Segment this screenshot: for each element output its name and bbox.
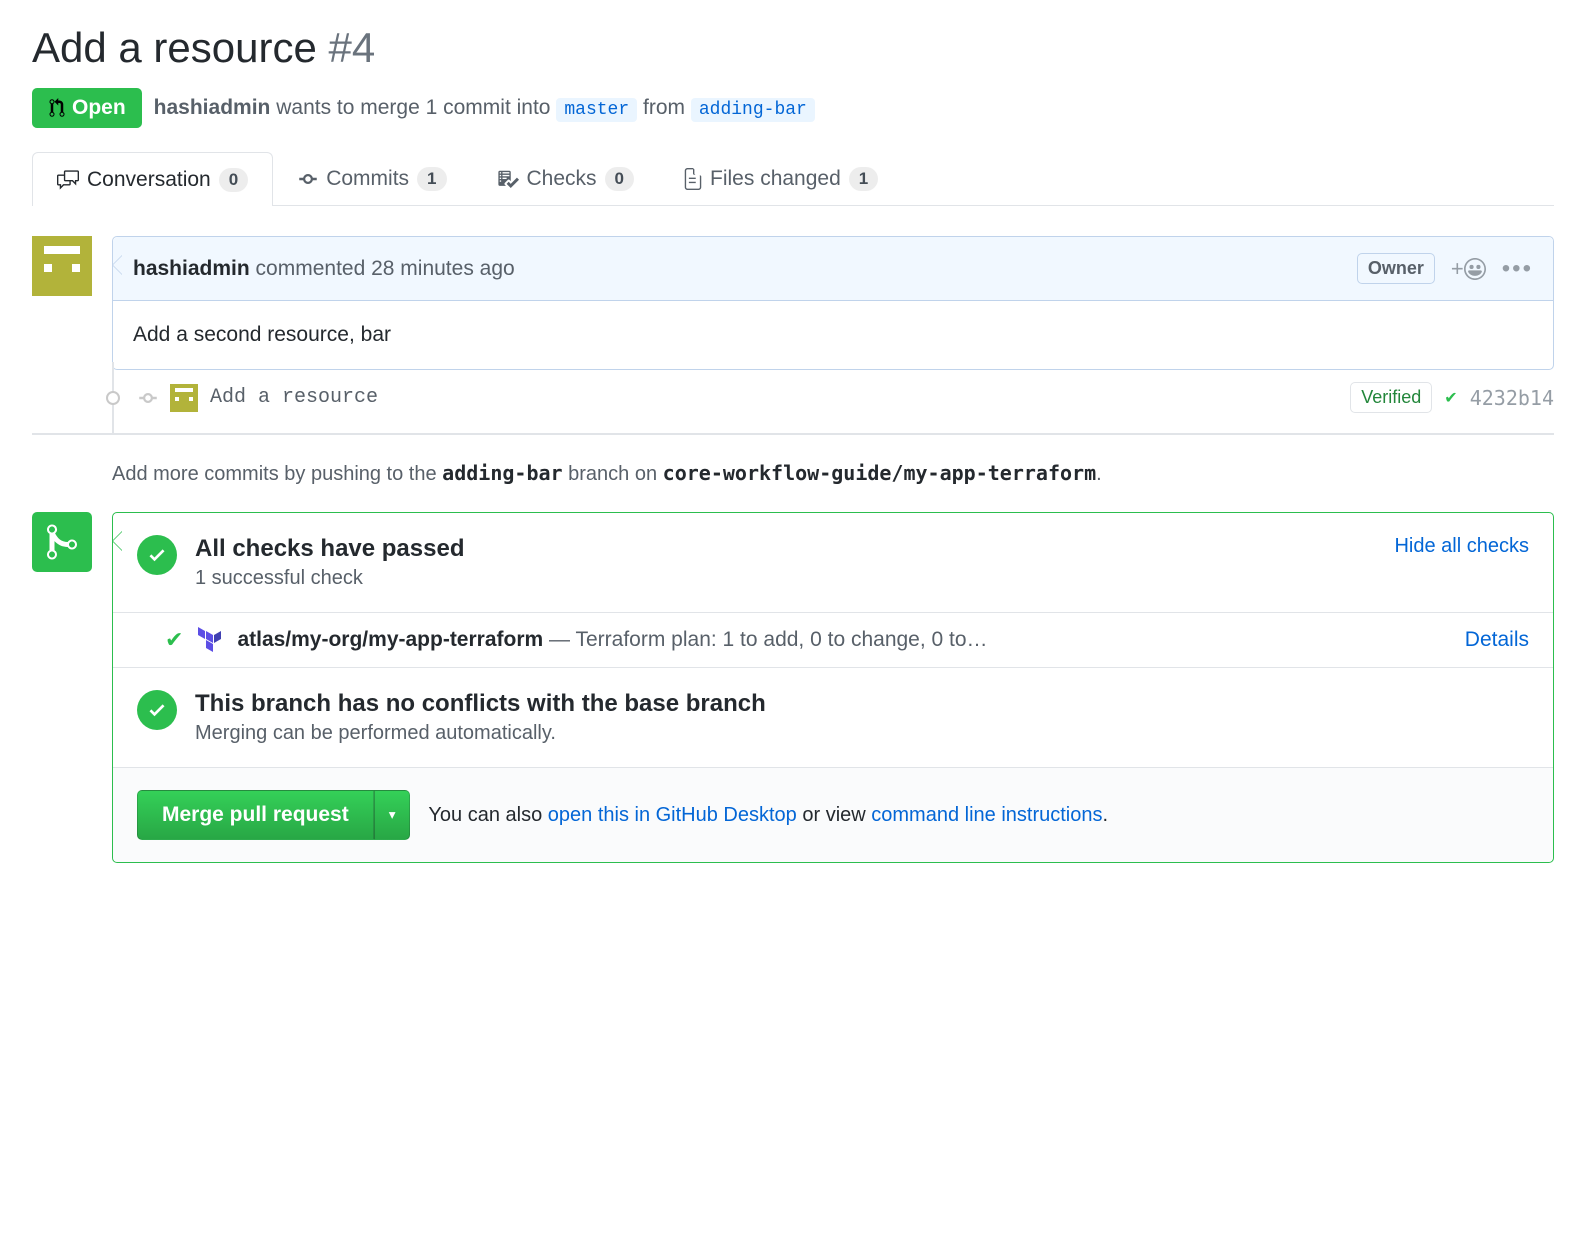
tab-files[interactable]: Files changed 1 (659, 152, 903, 205)
open-desktop-link[interactable]: open this in GitHub Desktop (548, 804, 797, 826)
add-reaction-button[interactable]: + (1451, 256, 1486, 282)
hint-branch: adding-bar (442, 461, 562, 485)
checks-subtitle: 1 successful check (195, 567, 464, 590)
merge-panel: All checks have passed 1 successful chec… (112, 512, 1554, 863)
pr-state-badge: Open (32, 88, 142, 128)
pr-author[interactable]: hashiadmin (154, 96, 271, 119)
conflict-summary: This branch has no conflicts with the ba… (113, 668, 1553, 768)
check-icon: ✔ (1444, 388, 1457, 408)
checks-title: All checks have passed (195, 535, 464, 563)
comment-menu-button[interactable]: ••• (1502, 255, 1533, 283)
git-commit-icon (138, 388, 158, 408)
check-details-link[interactable]: Details (1465, 628, 1529, 652)
push-hint: Add more commits by pushing to the addin… (112, 461, 1554, 486)
comment-body: Add a second resource, bar (113, 301, 1553, 369)
avatar[interactable] (32, 236, 92, 296)
merge-dropdown-button[interactable]: ▾ (374, 790, 411, 840)
git-commit-icon (298, 169, 318, 189)
commit-timeline-item: Add a resource Verified ✔ 4232b14 (112, 362, 1554, 433)
merge-status-row: All checks have passed 1 successful chec… (32, 512, 1554, 863)
tab-checks[interactable]: Checks 0 (472, 152, 660, 205)
git-merge-badge (32, 512, 92, 572)
commits-count: 1 (417, 167, 446, 191)
conflict-subtitle: Merging can be performed automatically. (195, 722, 766, 745)
commit-message[interactable]: Add a resource (210, 386, 378, 409)
files-count: 1 (849, 167, 878, 191)
checks-count: 0 (605, 167, 634, 191)
hide-checks-link[interactable]: Hide all checks (1394, 535, 1529, 558)
comment-header: hashiadmin commented 28 minutes ago Owne… (113, 237, 1553, 301)
conflict-title: This branch has no conflicts with the ba… (195, 690, 766, 718)
file-diff-icon (684, 168, 702, 190)
tab-conversation[interactable]: Conversation 0 (32, 152, 273, 206)
avatar[interactable] (170, 384, 198, 412)
check-name: atlas/my-org/my-app-terraform (237, 628, 543, 651)
git-merge-icon (45, 522, 79, 562)
check-item: ✔ atlas/my-org/my-app-terraform — Terraf… (113, 613, 1553, 668)
owner-badge: Owner (1357, 253, 1435, 284)
check-description: Terraform plan: 1 to add, 0 to change, 0… (575, 628, 987, 651)
checklist-icon (497, 168, 519, 190)
pr-state-text: Open (72, 96, 126, 120)
success-circle-icon (137, 535, 177, 575)
pr-title-text: Add a resource (32, 24, 317, 71)
commit-dot-icon (106, 391, 120, 405)
merge-help-text: You can also open this in GitHub Desktop… (428, 804, 1108, 827)
checks-summary: All checks have passed 1 successful chec… (113, 513, 1553, 613)
comment-box: hashiadmin commented 28 minutes ago Owne… (112, 236, 1554, 370)
pr-meta-text: hashiadmin wants to merge 1 commit into … (154, 96, 815, 120)
terraform-icon (197, 627, 223, 653)
divider (32, 433, 1554, 435)
comment-discussion-icon (57, 169, 79, 191)
verified-badge[interactable]: Verified (1350, 382, 1432, 413)
hint-repo: core-workflow-guide/my-app-terraform (663, 461, 1096, 485)
commit-sha[interactable]: 4232b14 (1470, 386, 1554, 410)
pr-number: #4 (329, 24, 376, 71)
comment-timestamp: commented 28 minutes ago (256, 257, 515, 280)
base-branch[interactable]: master (556, 98, 637, 122)
merge-action-row: Merge pull request ▾ You can also open t… (113, 768, 1553, 862)
comment-timeline-item: hashiadmin commented 28 minutes ago Owne… (32, 236, 1554, 370)
success-circle-icon (137, 690, 177, 730)
head-branch[interactable]: adding-bar (691, 98, 815, 122)
cli-instructions-link[interactable]: command line instructions (871, 804, 1102, 826)
pr-title: Add a resource #4 (32, 24, 1554, 72)
check-icon: ✔ (165, 627, 183, 653)
comment-author[interactable]: hashiadmin (133, 257, 250, 280)
conversation-count: 0 (219, 168, 248, 192)
git-pull-request-icon (48, 98, 66, 118)
pr-tabs: Conversation 0 Commits 1 Checks 0 Files … (32, 152, 1554, 206)
merge-button[interactable]: Merge pull request (137, 790, 374, 840)
tab-commits[interactable]: Commits 1 (273, 152, 471, 205)
pr-meta-row: Open hashiadmin wants to merge 1 commit … (32, 88, 1554, 128)
